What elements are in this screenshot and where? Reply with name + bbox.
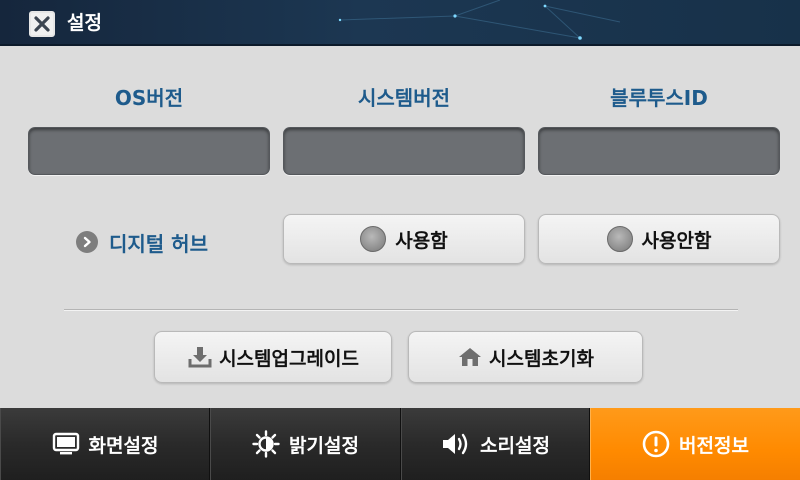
speaker-icon <box>443 433 468 455</box>
title-bar: 설정 <box>0 0 800 46</box>
system-upgrade-label: 시스템업그레이드 <box>219 347 359 370</box>
system-upgrade-button[interactable]: 시스템업그레이드 <box>154 331 392 383</box>
nav-version-info[interactable]: 버전정보 <box>590 408 800 480</box>
hub-disable-option[interactable]: 사용안함 <box>538 214 780 264</box>
version-info-panel: OS버전 시스템버전 블루투스ID 디지털 허브 사용함 사용안함 시스템업그레… <box>0 48 800 408</box>
os-version-field <box>28 127 270 175</box>
radio-unselected-icon <box>360 226 387 252</box>
bottom-nav: 화면설정 밝기설정 소리설정 버전정보 <box>0 408 800 480</box>
download-icon <box>188 347 212 368</box>
divider <box>64 309 738 311</box>
monitor-icon <box>52 432 79 455</box>
system-reset-label: 시스템초기화 <box>489 347 594 370</box>
hub-enable-label: 사용함 <box>395 229 448 252</box>
hub-disable-label: 사용안함 <box>641 229 712 252</box>
bluetooth-id-label: 블루투스ID <box>610 86 708 110</box>
hub-enable-option[interactable]: 사용함 <box>283 214 525 264</box>
chevron-right-icon <box>76 231 98 253</box>
info-alert-icon <box>642 430 670 458</box>
os-version-label: OS버전 <box>114 86 184 110</box>
nav-sound-settings-label: 소리설정 <box>480 434 550 457</box>
close-x-icon <box>34 16 50 32</box>
brightness-icon <box>252 430 280 458</box>
nav-screen-settings-label: 화면설정 <box>88 434 159 457</box>
system-version-label: 시스템버전 <box>358 86 450 110</box>
system-reset-button[interactable]: 시스템초기화 <box>408 331 643 383</box>
nav-sound-settings[interactable]: 소리설정 <box>401 408 590 480</box>
system-version-field <box>283 127 525 175</box>
bluetooth-id-field <box>538 127 780 175</box>
nav-screen-settings[interactable]: 화면설정 <box>0 408 210 480</box>
digital-hub-text: 디지털 허브 <box>109 231 208 256</box>
digital-hub-label: 디지털 허브 <box>76 229 208 256</box>
nav-brightness-settings[interactable]: 밝기설정 <box>210 408 401 480</box>
nav-brightness-settings-label: 밝기설정 <box>289 434 359 457</box>
close-button[interactable] <box>29 11 55 37</box>
radio-unselected-icon <box>606 226 633 252</box>
nav-version-info-label: 버전정보 <box>679 434 749 457</box>
titlebar-decoration <box>338 0 621 40</box>
page-title: 설정 <box>67 12 102 34</box>
home-icon <box>459 348 482 366</box>
